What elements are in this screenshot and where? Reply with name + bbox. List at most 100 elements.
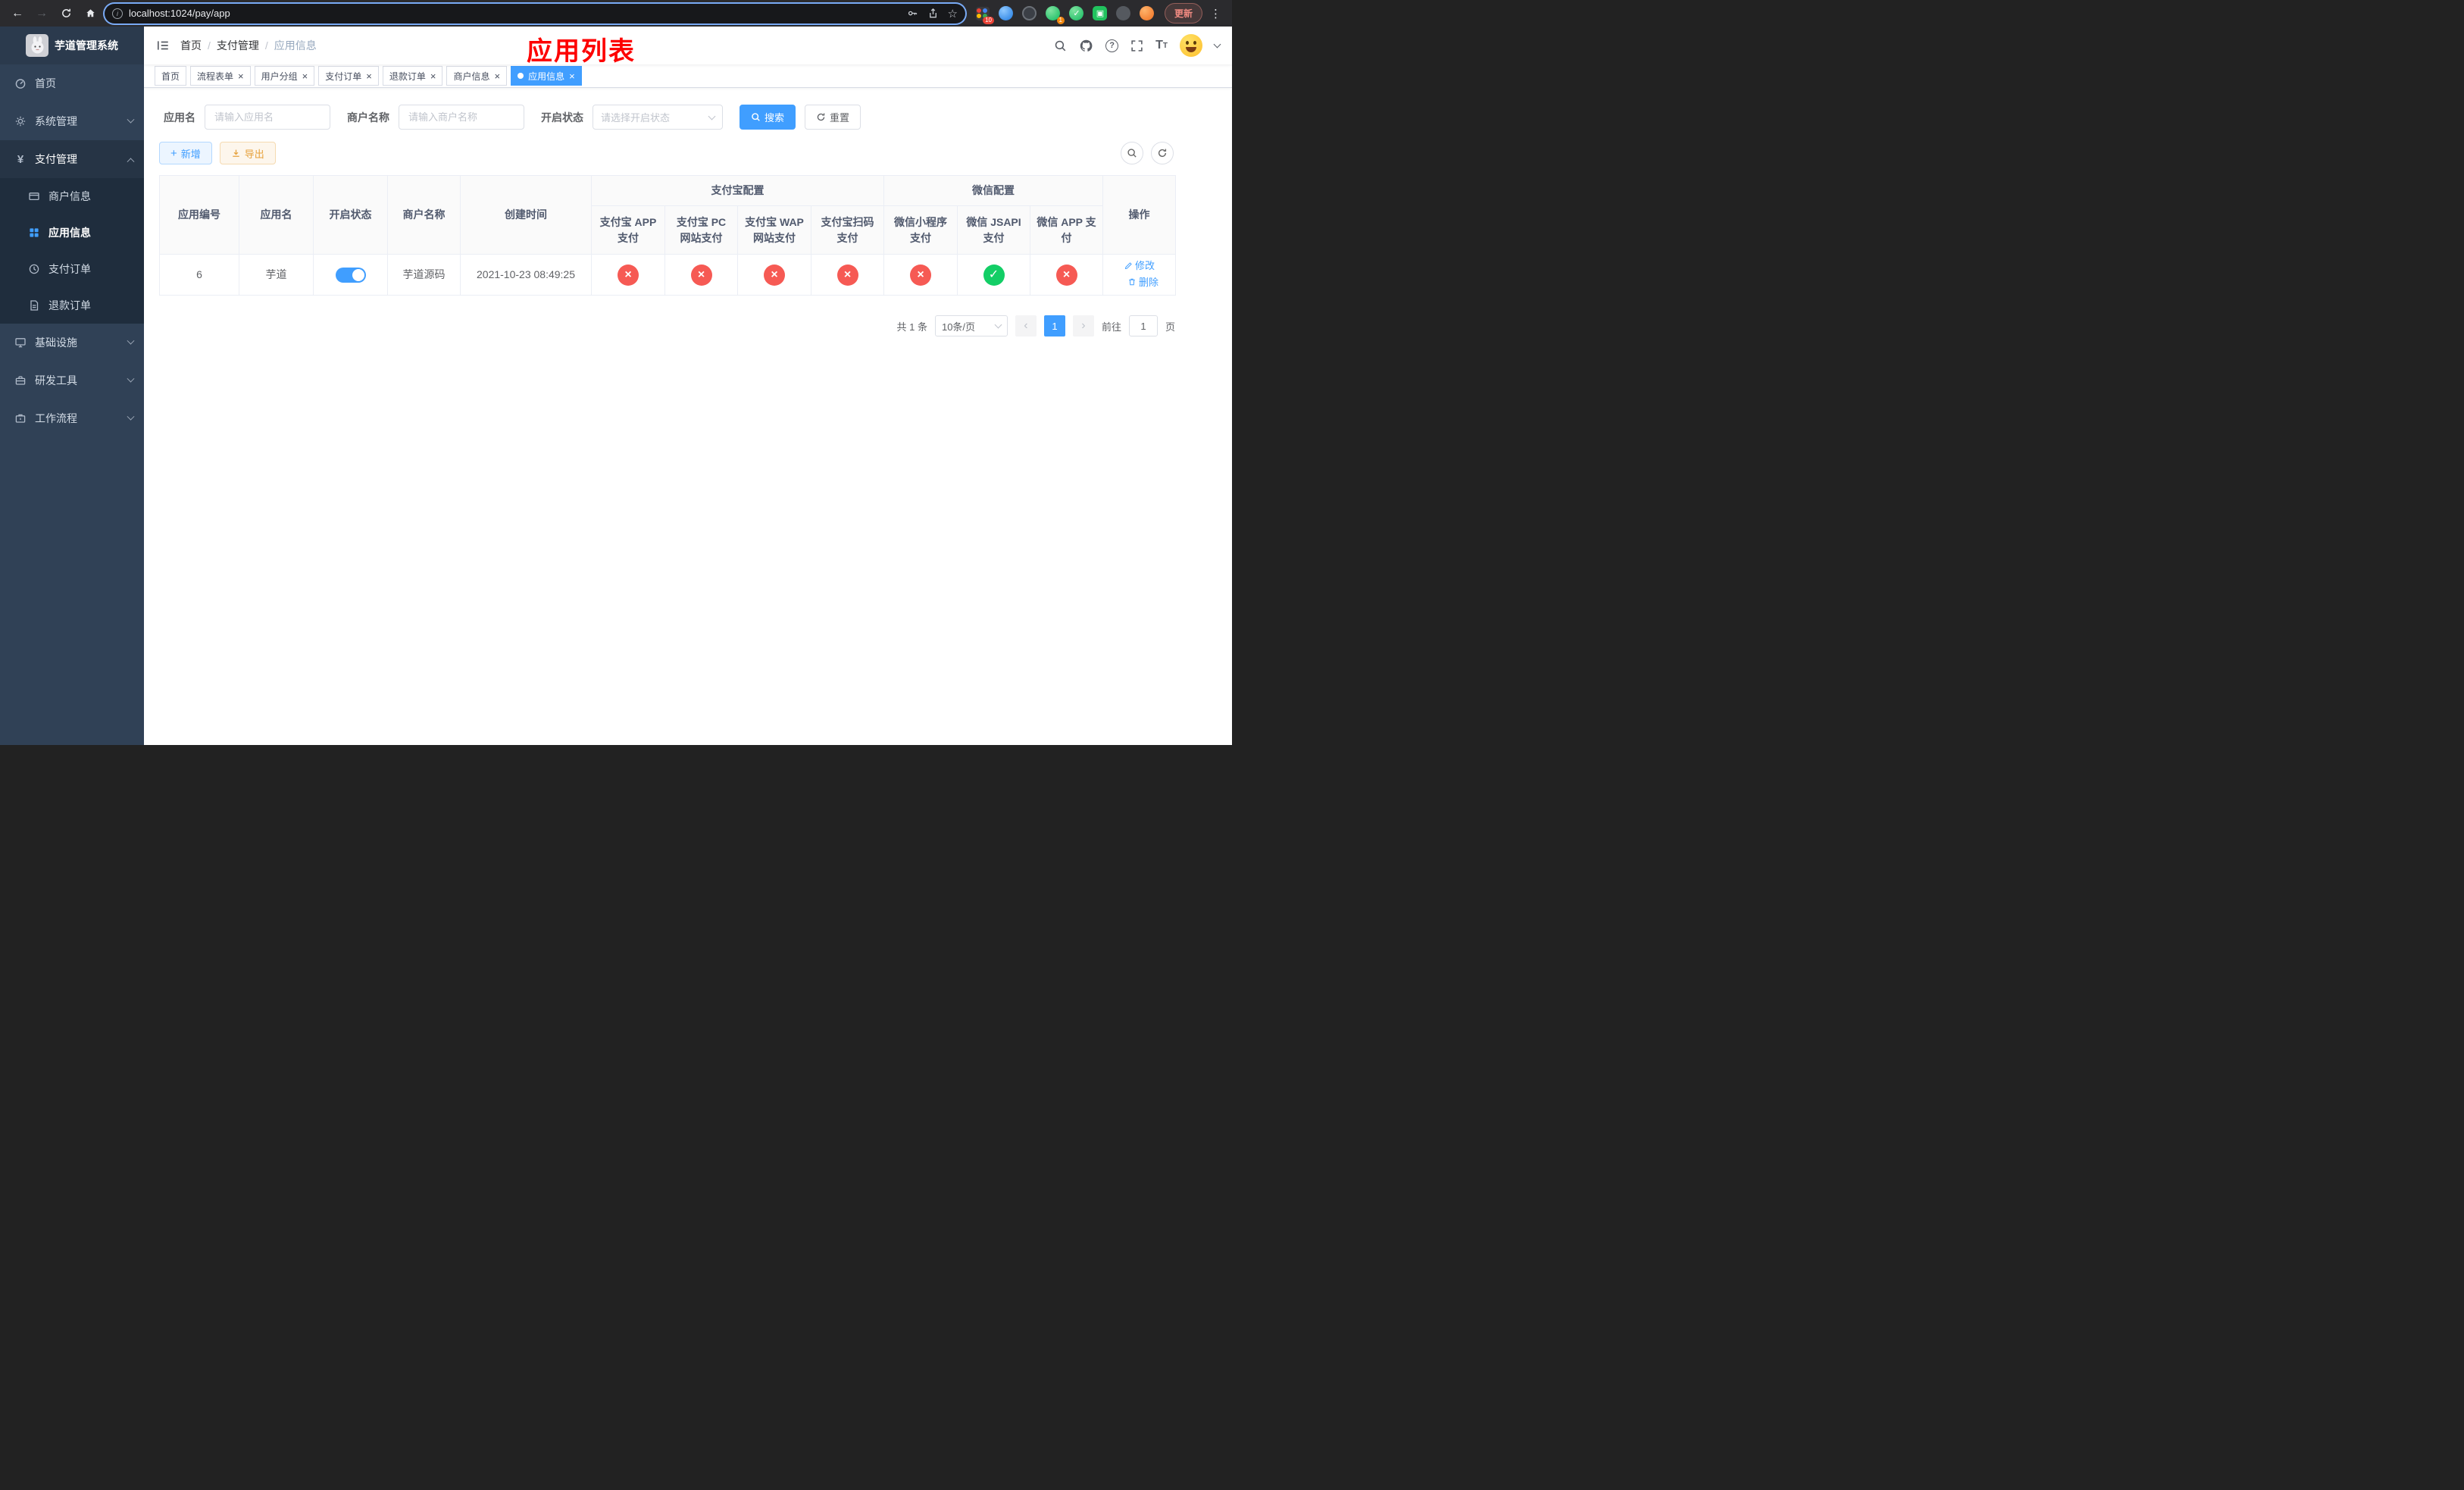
sidebar-item-system[interactable]: 系统管理	[0, 102, 144, 140]
col-alipay-app: 支付宝 APP 支付	[591, 205, 665, 255]
back-icon[interactable]: ←	[8, 4, 27, 23]
prev-page-button[interactable]: ‹	[1015, 315, 1037, 337]
refresh-table-button[interactable]	[1151, 142, 1174, 164]
extension-badge: 10	[983, 16, 994, 24]
sidebar-item-label: 研发工具	[35, 374, 77, 387]
reset-button[interactable]: 重置	[805, 105, 861, 130]
col-merchant: 商户名称	[387, 175, 461, 255]
table-row: 6 芋道 芋道源码 2021-10-23 08:49:25 × × × × × …	[159, 254, 1177, 296]
share-icon[interactable]	[927, 8, 939, 19]
dashboard-icon	[14, 77, 27, 89]
sidebar-item-label: 基础设施	[35, 337, 77, 349]
browser-menu-icon[interactable]: ⋮	[1207, 7, 1224, 20]
update-button[interactable]: 更新	[1164, 3, 1202, 23]
sidebar-item-dev-tools[interactable]: 研发工具	[0, 362, 144, 399]
close-icon[interactable]: ×	[366, 71, 372, 81]
extension-icon-green-check[interactable]: ✓	[1068, 5, 1085, 22]
close-icon[interactable]: ×	[302, 71, 308, 81]
github-icon[interactable]	[1079, 39, 1093, 53]
gear-icon	[14, 115, 27, 127]
breadcrumb-separator: /	[264, 39, 268, 52]
add-button[interactable]: + 新增	[159, 142, 212, 164]
extension-icon-orange-face[interactable]	[1139, 5, 1155, 22]
sidebar-item-workflow[interactable]: 工作流程	[0, 399, 144, 437]
home-icon[interactable]	[80, 4, 100, 23]
extension-icon-dark[interactable]	[1021, 5, 1038, 22]
modify-link[interactable]: 修改	[1124, 258, 1155, 274]
toolbox-icon	[14, 374, 27, 387]
address-bar[interactable]: i localhost:1024/pay/app ☆	[105, 3, 965, 23]
export-button[interactable]: 导出	[219, 142, 276, 164]
app-logo[interactable]: 芋道管理系统	[0, 27, 144, 64]
status-toggle[interactable]	[335, 268, 366, 283]
tab-label: 商户信息	[453, 70, 490, 82]
font-size-icon[interactable]: TT	[1155, 39, 1168, 52]
fullscreen-icon[interactable]	[1130, 39, 1143, 52]
tab-merchant-info[interactable]: 商户信息 ×	[446, 66, 508, 86]
merchant-name-input[interactable]	[399, 105, 524, 130]
search-icon[interactable]	[1054, 39, 1067, 52]
status-select[interactable]: 请选择开启状态	[593, 105, 723, 130]
hamburger-icon[interactable]	[156, 39, 170, 52]
bookmark-star-icon[interactable]: ☆	[948, 7, 958, 20]
chevron-down-icon[interactable]	[1213, 40, 1221, 48]
trash-icon	[1129, 279, 1135, 286]
delete-link[interactable]: 删除	[1127, 275, 1159, 290]
merchant-name-label: 商户名称	[347, 111, 389, 124]
payment-submenu: 商户信息 应用信息 支付订单 退款订单	[0, 178, 144, 324]
sidebar-item-merchant-info[interactable]: 商户信息	[0, 178, 144, 214]
modify-label: 修改	[1135, 259, 1155, 271]
grid-icon	[27, 227, 41, 239]
search-icon	[1127, 149, 1137, 158]
chevron-down-icon	[127, 337, 135, 345]
chevron-down-icon	[127, 115, 135, 124]
sidebar-item-refund-orders[interactable]: 退款订单	[0, 287, 144, 324]
breadcrumb-payment[interactable]: 支付管理	[217, 38, 259, 53]
next-page-button[interactable]: ›	[1072, 315, 1094, 337]
yen-icon: ¥	[17, 152, 24, 166]
tab-app-info[interactable]: 应用信息 ×	[511, 66, 582, 86]
toggle-search-button[interactable]	[1121, 142, 1143, 164]
forward-icon[interactable]: →	[32, 4, 52, 23]
page-1-button[interactable]: 1	[1043, 315, 1065, 337]
url-text: localhost:1024/pay/app	[129, 8, 230, 19]
chevron-down-icon	[708, 112, 716, 120]
goto-page-input[interactable]	[1128, 315, 1158, 337]
refresh-icon[interactable]	[56, 4, 76, 23]
tab-user-group[interactable]: 用户分组 ×	[254, 66, 315, 86]
sidebar-item-infrastructure[interactable]: 基础设施	[0, 324, 144, 362]
close-icon[interactable]: ×	[494, 71, 500, 81]
sidebar-item-home[interactable]: 首页	[0, 64, 144, 102]
download-icon	[233, 149, 239, 157]
tab-process-form[interactable]: 流程表单 ×	[190, 66, 251, 86]
extension-icon-palette[interactable]: 10	[974, 5, 994, 24]
avatar[interactable]	[1180, 34, 1202, 57]
page-size-select[interactable]: 10条/页	[934, 315, 1008, 337]
sidebar-item-payment[interactable]: ¥ 支付管理	[0, 140, 144, 178]
sidebar-item-pay-orders[interactable]: 支付订单	[0, 251, 144, 287]
logo-image	[26, 34, 48, 57]
key-icon[interactable]	[907, 8, 918, 19]
sidebar-item-app-info[interactable]: 应用信息	[0, 214, 144, 251]
close-icon[interactable]: ×	[569, 71, 575, 81]
pagination: 共 1 条 10条/页 ‹ 1 › 前往 页	[159, 315, 1175, 337]
tab-home[interactable]: 首页	[155, 66, 187, 86]
app-name-input[interactable]	[205, 105, 330, 130]
tab-pay-orders[interactable]: 支付订单 ×	[318, 66, 379, 86]
table-toolbar: + 新增 导出	[159, 142, 1217, 164]
extension-icon-green-avatar[interactable]: 1	[1045, 5, 1065, 24]
help-icon[interactable]: ?	[1105, 39, 1119, 52]
sidebar-item-label: 支付管理	[35, 153, 77, 165]
search-button[interactable]: 搜索	[740, 105, 796, 130]
extension-icon-blue[interactable]	[998, 5, 1015, 22]
breadcrumb-home[interactable]: 首页	[180, 38, 202, 53]
close-icon[interactable]: ×	[430, 71, 436, 81]
cell-app-id: 6	[159, 254, 239, 296]
tab-refund-orders[interactable]: 退款订单 ×	[382, 66, 443, 86]
extension-icon-green-square[interactable]: ▣	[1092, 5, 1108, 22]
close-icon[interactable]: ×	[238, 71, 244, 81]
extension-icon-gray[interactable]	[1115, 5, 1132, 22]
info-icon[interactable]: i	[112, 8, 123, 19]
cell-app-name: 芋道	[239, 254, 314, 296]
tab-label: 用户分组	[261, 70, 298, 82]
